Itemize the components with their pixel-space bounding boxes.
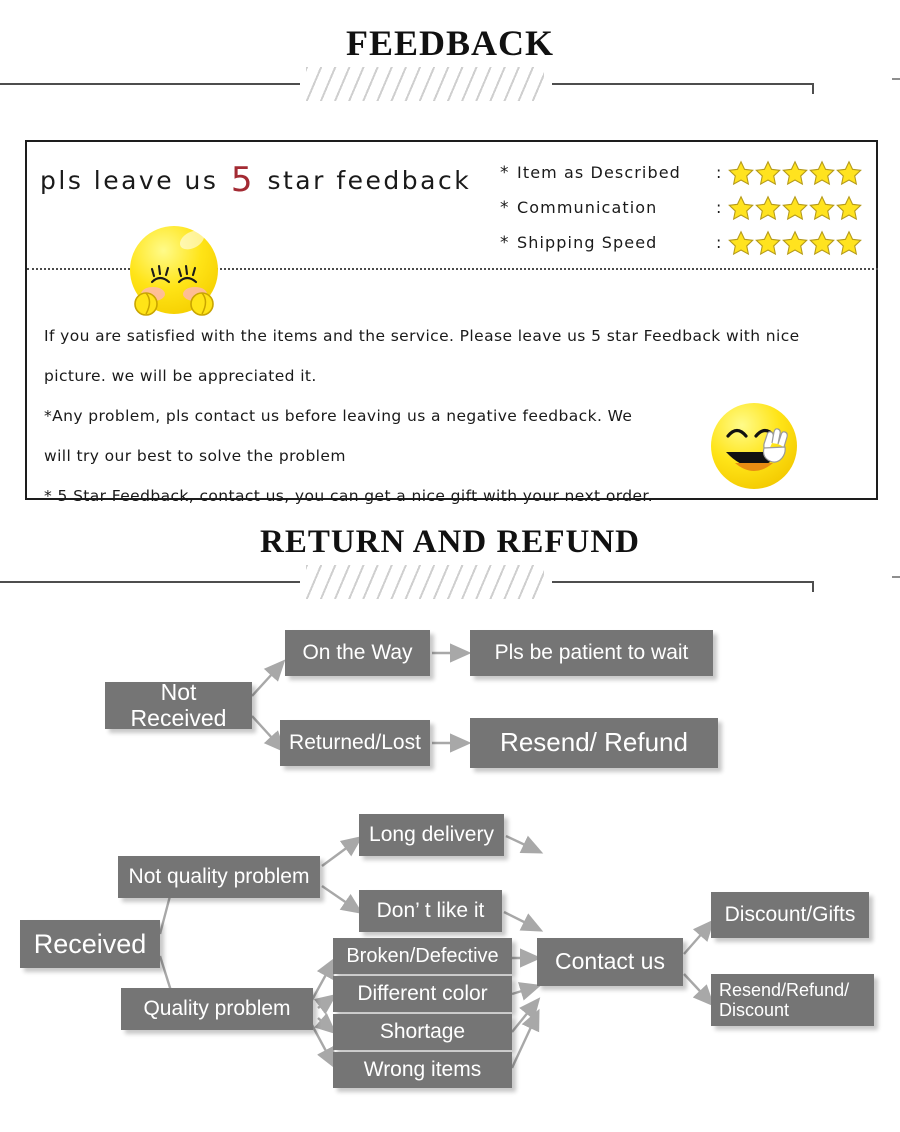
star-icon [728,229,754,255]
rating-stars [728,229,862,256]
node-received[interactable]: Received [20,920,160,968]
feedback-headline-after: star feedback [267,166,472,195]
rating-label: Communication [517,198,658,217]
rating-row: * Item as Described : [500,155,870,190]
star-icon [782,194,808,220]
star-icon [836,229,862,255]
node-resend-refund[interactable]: Resend/ Refund [470,718,718,768]
node-not-quality-problem[interactable]: Not quality problem [118,856,320,898]
divider-rule-left [0,581,300,583]
divider-rule-right [552,581,814,592]
star-icon [782,229,808,255]
star-icon [755,194,781,220]
rating-bullet: * [500,162,509,183]
divider-hatch [306,67,544,101]
node-resend-refund-discount[interactable]: Resend/Refund/ Discount [711,974,874,1026]
star-icon [782,159,808,185]
star-icon [728,194,754,220]
node-contact-us[interactable]: Contact us [537,938,683,986]
star-icon [836,159,862,185]
rating-stars [728,159,862,186]
feedback-headline-before: pls leave us [40,166,219,195]
feedback-body-line: If you are satisfied with the items and … [44,327,800,345]
flowchart-area: Not Received On the Way Pls be patient t… [0,600,900,1110]
node-different-color[interactable]: Different color [333,976,512,1012]
feedback-headline-highlight: 5 [230,160,256,200]
rating-bullet: * [500,232,509,253]
feedback-divider [0,62,900,106]
rating-label: Shipping Speed [517,233,658,252]
rating-list: * Item as Described : * Communication : … [500,155,870,260]
node-not-received[interactable]: Not Received [105,679,252,730]
node-broken-defective[interactable]: Broken/Defective [333,938,512,974]
star-icon [755,229,781,255]
peace-smiley-icon [711,403,797,489]
rating-colon: : [716,198,722,217]
divider-edge-tick [892,576,900,578]
node-pls-be-patient[interactable]: Pls be patient to wait [470,630,713,676]
node-on-the-way[interactable]: On the Way [285,630,430,676]
node-shortage[interactable]: Shortage [333,1014,512,1050]
node-long-delivery[interactable]: Long delivery [359,814,504,856]
shy-smiley-icon [130,226,218,316]
star-icon [755,159,781,185]
page-title-return-refund: RETURN AND REFUND [259,524,641,560]
feedback-body-line: picture. we will be appreciated it. [44,367,317,385]
rating-label: Item as Described [517,163,681,182]
star-icon [809,229,835,255]
star-icon [809,159,835,185]
divider-rule-left [0,83,300,85]
page-title-feedback: FEEDBACK [345,23,555,63]
divider-hatch [306,565,544,599]
rating-row: * Communication : [500,190,870,225]
node-quality-problem[interactable]: Quality problem [121,988,313,1030]
node-wrong-items[interactable]: Wrong items [333,1052,512,1088]
rating-stars [728,194,862,221]
return-divider [0,560,900,604]
divider-rule-right [552,83,814,94]
rating-colon: : [716,233,722,252]
node-discount-gifts[interactable]: Discount/Gifts [711,892,869,938]
feedback-headline: pls leave us 5 star feedback [40,160,471,200]
rating-row: * Shipping Speed : [500,225,870,260]
rating-colon: : [716,163,722,182]
node-returned-lost[interactable]: Returned/Lost [280,720,430,766]
star-icon [728,159,754,185]
node-dont-like-it[interactable]: Don’ t like it [359,890,502,932]
star-icon [836,194,862,220]
star-icon [809,194,835,220]
divider-edge-tick [892,78,900,80]
rating-bullet: * [500,197,509,218]
